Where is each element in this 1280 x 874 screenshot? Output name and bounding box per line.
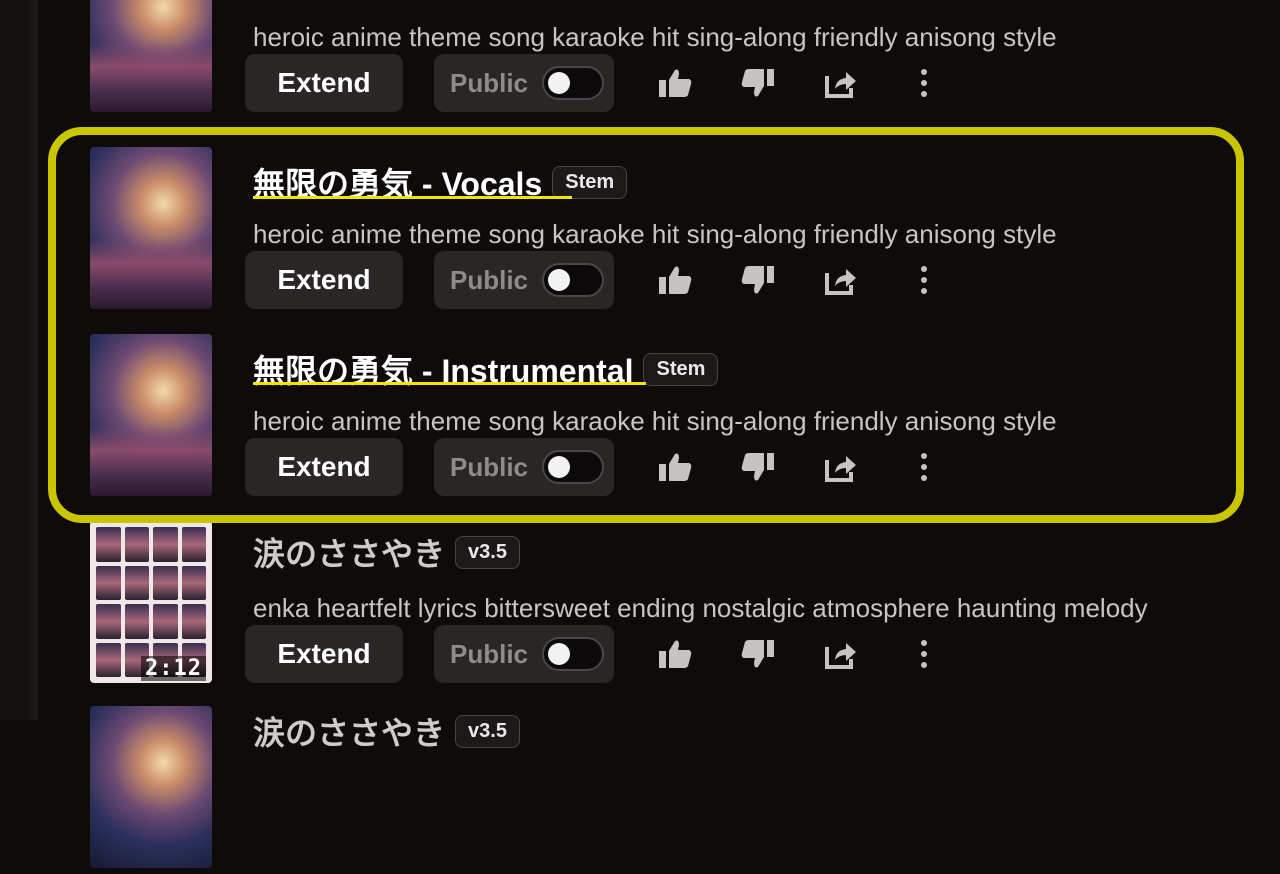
left-rail bbox=[0, 0, 30, 720]
thumbs-down-icon[interactable] bbox=[735, 631, 781, 677]
public-label: Public bbox=[450, 67, 529, 98]
public-switch[interactable] bbox=[542, 450, 604, 484]
stem-badge: Stem bbox=[643, 352, 719, 386]
track-row: 2:07 無限の勇気 - Vocals Stem heroic anime th… bbox=[90, 147, 1270, 315]
extend-button[interactable]: Extend bbox=[245, 438, 403, 496]
share-icon[interactable] bbox=[818, 444, 864, 490]
track-thumbnail[interactable]: 2:48 bbox=[90, 0, 212, 112]
track-row: 2:48 heroic anime theme song karaoke hit… bbox=[90, 0, 1270, 118]
track-duration: 2:48 bbox=[141, 85, 206, 110]
extend-button[interactable]: Extend bbox=[245, 251, 403, 309]
track-title[interactable]: 無限の勇気 - Instrumental bbox=[253, 346, 633, 392]
track-thumbnail[interactable]: 2:12 bbox=[90, 521, 212, 683]
left-rail-divider bbox=[30, 0, 38, 720]
track-row: 2:07 無限の勇気 - Instrumental Stem heroic an… bbox=[90, 334, 1270, 502]
more-vertical-icon[interactable] bbox=[901, 631, 947, 677]
track-description: heroic anime theme song karaoke hit sing… bbox=[253, 406, 1057, 436]
track-title[interactable]: 涙のささやき bbox=[253, 708, 445, 754]
track-title-row: 無限の勇気 - Instrumental Stem bbox=[253, 346, 719, 392]
public-label: Public bbox=[450, 638, 529, 669]
track-duration: 2:07 bbox=[141, 469, 206, 494]
track-duration: 2:12 bbox=[141, 656, 206, 681]
stem-badge: Stem bbox=[552, 165, 628, 199]
more-vertical-icon[interactable] bbox=[901, 444, 947, 490]
switch-knob bbox=[548, 643, 570, 665]
public-switch[interactable] bbox=[542, 263, 604, 297]
track-row: 涙のささやき v3.5 bbox=[90, 706, 1270, 874]
more-vertical-icon[interactable] bbox=[901, 257, 947, 303]
public-toggle[interactable]: Public bbox=[434, 251, 614, 309]
extend-button[interactable]: Extend bbox=[245, 625, 403, 683]
share-icon[interactable] bbox=[818, 60, 864, 106]
public-switch[interactable] bbox=[542, 66, 604, 100]
switch-knob bbox=[548, 269, 570, 291]
thumbs-down-icon[interactable] bbox=[735, 444, 781, 490]
title-underline bbox=[253, 196, 572, 199]
switch-knob bbox=[548, 72, 570, 94]
share-icon[interactable] bbox=[818, 631, 864, 677]
public-label: Public bbox=[450, 451, 529, 482]
share-icon[interactable] bbox=[818, 257, 864, 303]
track-thumbnail[interactable]: 2:07 bbox=[90, 334, 212, 496]
thumbs-down-icon[interactable] bbox=[735, 257, 781, 303]
track-description: heroic anime theme song karaoke hit sing… bbox=[253, 22, 1057, 52]
thumbs-up-icon[interactable] bbox=[652, 60, 698, 106]
track-duration: 2:07 bbox=[141, 282, 206, 307]
track-thumbnail[interactable]: 2:07 bbox=[90, 147, 212, 309]
track-controls: Extend Public bbox=[245, 438, 947, 496]
version-badge: v3.5 bbox=[455, 714, 520, 748]
extend-button[interactable]: Extend bbox=[245, 54, 403, 112]
thumbs-up-icon[interactable] bbox=[652, 257, 698, 303]
public-toggle[interactable]: Public bbox=[434, 54, 614, 112]
track-title-row: 涙のささやき v3.5 bbox=[253, 529, 520, 575]
thumbs-up-icon[interactable] bbox=[652, 444, 698, 490]
thumbs-up-icon[interactable] bbox=[652, 631, 698, 677]
switch-knob bbox=[548, 456, 570, 478]
public-toggle[interactable]: Public bbox=[434, 625, 614, 683]
track-row: 2:12 涙のささやき v3.5 enka heartfelt lyrics b… bbox=[90, 521, 1270, 689]
more-vertical-icon[interactable] bbox=[901, 60, 947, 106]
title-underline bbox=[253, 382, 646, 385]
thumbnail-collage bbox=[96, 527, 206, 677]
track-thumbnail[interactable] bbox=[90, 706, 212, 868]
track-description: heroic anime theme song karaoke hit sing… bbox=[253, 219, 1057, 249]
track-title[interactable]: 涙のささやき bbox=[253, 529, 445, 575]
public-label: Public bbox=[450, 264, 529, 295]
version-badge: v3.5 bbox=[455, 535, 520, 569]
track-title-row: 涙のささやき v3.5 bbox=[253, 708, 520, 754]
track-controls: Extend Public bbox=[245, 251, 947, 309]
track-description: enka heartfelt lyrics bittersweet ending… bbox=[253, 593, 1148, 623]
track-controls: Extend Public bbox=[245, 54, 947, 112]
thumbs-down-icon[interactable] bbox=[735, 60, 781, 106]
public-toggle[interactable]: Public bbox=[434, 438, 614, 496]
public-switch[interactable] bbox=[542, 637, 604, 671]
track-controls: Extend Public bbox=[245, 625, 947, 683]
